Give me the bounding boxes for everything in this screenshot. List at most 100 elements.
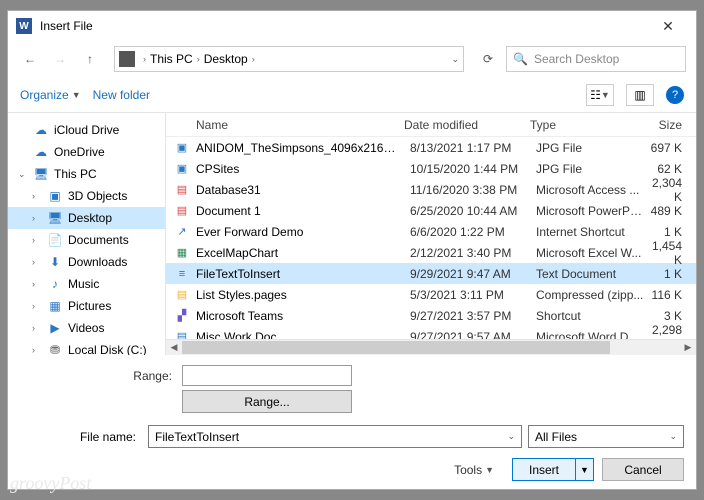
col-type[interactable]: Type bbox=[522, 118, 640, 132]
organize-menu[interactable]: Organize▼ bbox=[20, 88, 81, 102]
file-rows: ▣ANIDOM_TheSimpsons_4096x2160_018/13/202… bbox=[166, 137, 696, 339]
titlebar: W Insert File ✕ bbox=[8, 11, 696, 41]
file-row[interactable]: ▣ANIDOM_TheSimpsons_4096x2160_018/13/202… bbox=[166, 137, 696, 158]
chevron-icon: › bbox=[32, 235, 42, 245]
breadcrumb-root[interactable]: This PC bbox=[150, 52, 193, 66]
toolbar: Organize▼ New folder ☷ ▼ ▥ ? bbox=[8, 77, 696, 113]
col-name[interactable]: Name bbox=[166, 118, 396, 132]
insert-button[interactable]: Insert bbox=[513, 459, 575, 480]
word-app-icon: W bbox=[16, 18, 32, 34]
back-button[interactable]: ← bbox=[18, 47, 42, 71]
file-date: 9/27/2021 3:57 PM bbox=[402, 309, 528, 323]
file-icon: ▣ bbox=[174, 161, 190, 177]
file-type: Microsoft Excel W... bbox=[528, 246, 646, 260]
pc-icon bbox=[119, 51, 135, 67]
tree-item-videos[interactable]: ›▶Videos bbox=[8, 317, 165, 339]
file-name: Database31 bbox=[196, 183, 402, 197]
search-input[interactable]: 🔍 Search Desktop bbox=[506, 46, 686, 72]
tools-menu[interactable]: Tools ▼ bbox=[454, 463, 494, 477]
insert-dropdown[interactable]: ▼ bbox=[575, 459, 593, 480]
file-name: CPSites bbox=[196, 162, 402, 176]
close-icon[interactable]: ✕ bbox=[648, 18, 688, 35]
file-icon: ↗ bbox=[174, 224, 190, 240]
tree-item-onedrive[interactable]: ☁OneDrive bbox=[8, 141, 165, 163]
filename-combo[interactable]: FileTextToInsert ⌄ bbox=[148, 425, 522, 448]
tree-item-3d-objects[interactable]: ›▣3D Objects bbox=[8, 185, 165, 207]
breadcrumb[interactable]: › This PC › Desktop › ⌄ bbox=[114, 46, 464, 72]
insert-split-button[interactable]: Insert ▼ bbox=[512, 458, 594, 481]
tree-item-this-pc[interactable]: ⌄🖥This PC bbox=[8, 163, 165, 185]
range-button[interactable]: Range... bbox=[182, 390, 352, 413]
chevron-down-icon[interactable]: ⌄ bbox=[507, 431, 515, 442]
up-button[interactable]: ↑ bbox=[78, 47, 102, 71]
file-row[interactable]: ▣CPSites10/15/2020 1:44 PMJPG File62 K bbox=[166, 158, 696, 179]
file-icon: ▞ bbox=[174, 308, 190, 324]
file-size: 1,454 K bbox=[646, 239, 696, 267]
file-type: Microsoft PowerPo... bbox=[528, 204, 646, 218]
column-headers[interactable]: Name Date modified Type Size bbox=[166, 113, 696, 137]
breadcrumb-folder[interactable]: Desktop bbox=[204, 52, 248, 66]
chevron-right-icon: › bbox=[197, 54, 200, 64]
file-row[interactable]: ↗Ever Forward Demo6/6/2020 1:22 PMIntern… bbox=[166, 221, 696, 242]
range-input[interactable] bbox=[182, 365, 352, 386]
filename-value: FileTextToInsert bbox=[155, 430, 239, 444]
file-date: 11/16/2020 3:38 PM bbox=[402, 183, 528, 197]
folder-icon: 🖥 bbox=[47, 210, 63, 226]
folder-icon: ☁ bbox=[33, 122, 49, 138]
file-row[interactable]: ≡FileTextToInsert9/29/2021 9:47 AMText D… bbox=[166, 263, 696, 284]
file-row[interactable]: ▤Database3111/16/2020 3:38 PMMicrosoft A… bbox=[166, 179, 696, 200]
tree-label: Local Disk (C:) bbox=[68, 343, 147, 355]
file-type: Shortcut bbox=[528, 309, 646, 323]
tree-item-icloud-drive[interactable]: ☁iCloud Drive bbox=[8, 119, 165, 141]
file-date: 2/12/2021 3:40 PM bbox=[402, 246, 528, 260]
file-size: 697 K bbox=[646, 141, 696, 155]
tree-item-documents[interactable]: ›📄Documents bbox=[8, 229, 165, 251]
file-row[interactable]: ▦ ExcelMapChart2/12/2021 3:40 PMMicrosoft… bbox=[166, 242, 696, 263]
preview-pane-button[interactable]: ▥ bbox=[626, 84, 654, 106]
tree-label: Music bbox=[68, 277, 99, 291]
bottom-panel: Range: Range... File name: FileTextToIns… bbox=[8, 355, 696, 489]
scroll-left-icon[interactable]: ◀ bbox=[166, 342, 182, 353]
tree-label: Videos bbox=[68, 321, 104, 335]
file-name: ExcelMapChart bbox=[196, 246, 402, 260]
horizontal-scrollbar[interactable]: ◀ ▶ bbox=[166, 339, 696, 355]
file-date: 5/3/2021 3:11 PM bbox=[402, 288, 528, 302]
file-row[interactable]: ▤List Styles.pages5/3/2021 3:11 PMCompre… bbox=[166, 284, 696, 305]
tree-item-downloads[interactable]: ›⬇Downloads bbox=[8, 251, 165, 273]
forward-button[interactable]: → bbox=[48, 47, 72, 71]
scroll-right-icon[interactable]: ▶ bbox=[680, 342, 696, 353]
view-options-button[interactable]: ☷ ▼ bbox=[586, 84, 614, 106]
tree-label: 3D Objects bbox=[68, 189, 127, 203]
file-type: Microsoft Word D... bbox=[528, 330, 646, 340]
file-icon: ▤ bbox=[174, 287, 190, 303]
scrollbar-thumb[interactable] bbox=[182, 341, 610, 354]
refresh-button[interactable]: ⟳ bbox=[476, 47, 500, 71]
file-size: 1 K bbox=[646, 225, 696, 239]
chevron-down-icon[interactable]: ⌄ bbox=[669, 431, 677, 442]
file-row[interactable]: ▤Misc Work Doc9/27/2021 9:57 AMMicrosoft… bbox=[166, 326, 696, 339]
folder-icon: ⛃ bbox=[47, 342, 63, 355]
tree-item-music[interactable]: ›♪Music bbox=[8, 273, 165, 295]
filetype-combo[interactable]: All Files ⌄ bbox=[528, 425, 684, 448]
tree-item-desktop[interactable]: ›🖥Desktop bbox=[8, 207, 165, 229]
col-date[interactable]: Date modified bbox=[396, 118, 522, 132]
file-name: Misc Work Doc bbox=[196, 330, 402, 340]
chevron-icon: › bbox=[32, 345, 42, 355]
file-row[interactable]: ▤Document 16/25/2020 10:44 AMMicrosoft P… bbox=[166, 200, 696, 221]
file-list: Name Date modified Type Size ▣ANIDOM_The… bbox=[166, 113, 696, 355]
file-icon: ▦ bbox=[174, 245, 190, 261]
cancel-button[interactable]: Cancel bbox=[602, 458, 684, 481]
file-row[interactable]: ▞Microsoft Teams9/27/2021 3:57 PMShortcu… bbox=[166, 305, 696, 326]
col-size[interactable]: Size bbox=[640, 118, 696, 132]
search-placeholder: Search Desktop bbox=[534, 52, 619, 66]
filetype-value: All Files bbox=[535, 430, 577, 444]
file-icon: ≡ bbox=[174, 266, 190, 282]
chevron-down-icon[interactable]: ⌄ bbox=[451, 54, 459, 65]
tree-item-local-disk-c-[interactable]: › ⛃ Local Disk (C:) bbox=[8, 339, 165, 355]
file-date: 6/6/2020 1:22 PM bbox=[402, 225, 528, 239]
help-icon[interactable]: ? bbox=[666, 86, 684, 104]
tree-item-pictures[interactable]: ›▦Pictures bbox=[8, 295, 165, 317]
new-folder-button[interactable]: New folder bbox=[93, 88, 150, 102]
folder-tree[interactable]: ☁iCloud Drive☁OneDrive⌄🖥This PC›▣3D Obje… bbox=[8, 113, 166, 355]
chevron-right-icon: › bbox=[252, 54, 255, 64]
